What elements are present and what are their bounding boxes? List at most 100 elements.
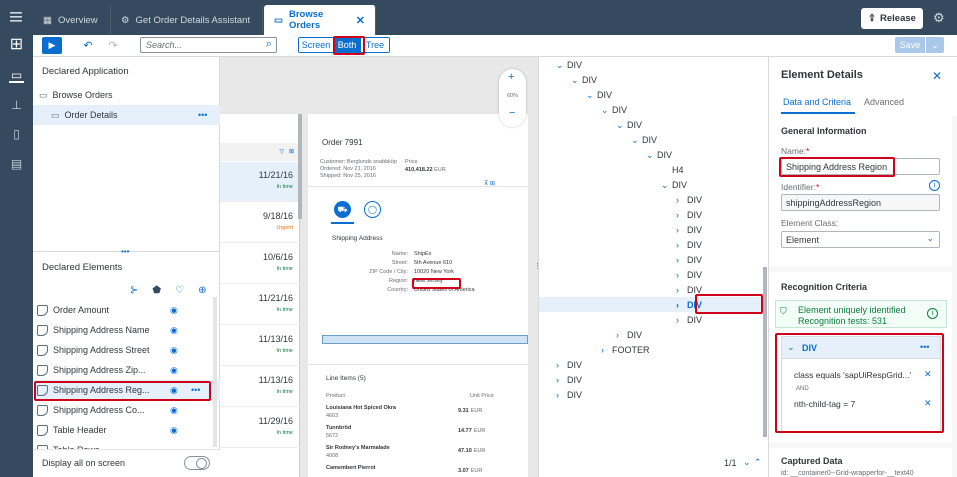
line-item-id: 4008 bbox=[326, 453, 339, 459]
undo-button[interactable]: ↶ bbox=[81, 38, 95, 53]
sitemap-icon[interactable]: ⊥ bbox=[9, 98, 24, 113]
tree-node[interactable]: › DIV bbox=[676, 240, 702, 250]
chevron-down-icon[interactable]: ⌄ bbox=[743, 457, 751, 468]
tree-item-order-details[interactable]: ▭ Order Details ••• bbox=[33, 105, 220, 125]
tab-get-order-details-assistant[interactable]: ⚙ Get Order Details Assistant bbox=[111, 5, 263, 35]
info-icon[interactable]: i bbox=[927, 308, 938, 319]
tree-node[interactable]: › DIV bbox=[556, 360, 582, 370]
monitor-icon[interactable]: ▭ bbox=[9, 68, 24, 83]
tree-node[interactable]: › DIV bbox=[676, 210, 702, 220]
tree-node[interactable]: › DIV bbox=[556, 375, 582, 385]
declared-element-row[interactable]: Shipping Address Zip... ◉ bbox=[33, 360, 220, 380]
tree-node[interactable]: › FOOTER bbox=[601, 345, 650, 355]
info-icon[interactable]: i bbox=[929, 180, 940, 191]
view-mode-screen[interactable]: Screen bbox=[299, 38, 333, 52]
gear-icon[interactable]: ⚙ bbox=[933, 10, 945, 26]
chevron-down-icon[interactable]: ⌄ bbox=[926, 37, 944, 53]
declared-element-row[interactable]: Shipping Address Reg... ◉ ••• bbox=[33, 380, 220, 400]
more-icon[interactable]: ••• bbox=[191, 385, 200, 395]
check-filter-icon[interactable]: ♡ bbox=[175, 285, 184, 296]
tree-item-browse-orders[interactable]: ▭ Browse Orders bbox=[33, 85, 220, 105]
identifier-field[interactable]: shippingAddressRegion bbox=[781, 194, 940, 211]
remove-criterion-icon[interactable]: ✕ bbox=[924, 398, 932, 409]
tree-node[interactable]: › DIV bbox=[556, 390, 582, 400]
declared-element-row[interactable]: Shipping Address Co... ◉ bbox=[33, 400, 220, 420]
redo-button[interactable]: ↷ bbox=[106, 38, 120, 53]
shipping-tab-icon[interactable]: ⛟ bbox=[334, 201, 351, 218]
tree-node[interactable]: ⌄ DIV bbox=[616, 120, 642, 131]
name-field[interactable]: Shipping Address Region bbox=[781, 158, 940, 175]
document-icon[interactable]: ▯ bbox=[9, 127, 24, 142]
eye-icon[interactable]: ◉ bbox=[170, 345, 178, 356]
tree-node[interactable]: ⌄ DIV bbox=[586, 90, 612, 101]
tab-data-and-criteria[interactable]: Data and Criteria bbox=[783, 97, 851, 107]
eye-icon[interactable]: ◉ bbox=[170, 385, 178, 396]
search-input[interactable]: Search... ⌕ bbox=[140, 37, 277, 53]
more-icon[interactable]: ••• bbox=[920, 342, 929, 352]
new-folder-icon[interactable]: ⊕ bbox=[198, 285, 206, 296]
zoom-in-button[interactable]: + bbox=[508, 71, 514, 83]
order-list-row[interactable]: 11/13/16 In time bbox=[220, 326, 300, 366]
order-list-row[interactable]: 11/21/16 In time bbox=[220, 285, 300, 325]
tree-node[interactable]: ⌄ DIV bbox=[631, 135, 657, 146]
customer-tab-icon[interactable]: ◯ bbox=[364, 201, 381, 218]
declared-element-row[interactable]: Order Amount ◉ bbox=[33, 300, 220, 320]
remove-criterion-icon[interactable]: ✕ bbox=[924, 369, 932, 380]
order-list-row[interactable]: 10/6/16 In time bbox=[220, 244, 300, 284]
release-button[interactable]: ⇪ Release bbox=[861, 8, 923, 29]
tree-node[interactable]: › DIV bbox=[676, 270, 702, 280]
tree-node[interactable]: H4 bbox=[661, 165, 684, 175]
add-icon[interactable]: ⊞ bbox=[9, 37, 24, 53]
tree-node[interactable]: ⌄ DIV bbox=[571, 75, 597, 86]
tree-node[interactable]: › DIV bbox=[676, 195, 702, 205]
tree-node[interactable]: › DIV bbox=[616, 330, 642, 340]
eye-icon[interactable]: ◉ bbox=[170, 325, 178, 336]
more-icon[interactable]: ••• bbox=[198, 110, 207, 120]
bookmark-icon[interactable]: ⬟ bbox=[152, 285, 161, 296]
play-button[interactable]: ▶ bbox=[42, 37, 62, 54]
tab-advanced[interactable]: Advanced bbox=[864, 97, 904, 107]
chevron-up-icon[interactable]: ⌃ bbox=[754, 457, 762, 468]
zoom-level: 60% bbox=[506, 93, 518, 99]
search-icon[interactable]: ⌕ bbox=[266, 38, 272, 51]
clipboard-icon[interactable]: ▤ bbox=[9, 157, 24, 172]
declared-element-row[interactable]: Shipping Address Name ◉ bbox=[33, 320, 220, 340]
zoom-out-button[interactable]: − bbox=[509, 107, 515, 119]
tree-scrollbar[interactable] bbox=[763, 267, 767, 437]
element-class-select[interactable]: Element ⌄ bbox=[781, 231, 940, 248]
tree-node[interactable]: › DIV bbox=[676, 225, 702, 235]
tree-node[interactable]: › DIV bbox=[676, 315, 702, 325]
tree-node[interactable]: ⌄ DIV bbox=[601, 105, 627, 116]
order-list-row[interactable]: 9/18/16 Urgent bbox=[220, 203, 300, 243]
close-icon[interactable]: ✕ bbox=[932, 69, 942, 83]
tree-node[interactable]: › DIV bbox=[676, 300, 702, 310]
view-mode-tree[interactable]: Tree bbox=[361, 38, 389, 52]
eye-icon[interactable]: ◉ bbox=[170, 405, 178, 416]
display-all-toggle[interactable] bbox=[184, 456, 210, 470]
eye-icon[interactable]: ◉ bbox=[170, 365, 178, 376]
order-list-row[interactable]: 11/29/16 In time bbox=[220, 408, 300, 448]
view-mode-both[interactable]: Both bbox=[333, 38, 361, 52]
tab-browse-orders[interactable]: ▭ Browse Orders ✕ bbox=[264, 5, 376, 35]
order-list-row[interactable]: 11/13/16 In time bbox=[220, 367, 300, 407]
tree-node[interactable]: ⌄ DIV bbox=[661, 180, 687, 191]
splitter-handle[interactable]: ••• bbox=[121, 247, 129, 256]
declared-element-row[interactable]: Table Header ◉ bbox=[33, 420, 220, 440]
tree-node[interactable]: ⌄ DIV bbox=[646, 150, 672, 161]
eye-icon[interactable]: ◉ bbox=[170, 425, 178, 436]
tab-overview[interactable]: ▦ Overview bbox=[33, 5, 111, 35]
tree-node[interactable]: ⌄ DIV bbox=[556, 60, 582, 71]
tree-node[interactable]: › DIV bbox=[676, 255, 702, 265]
order-list-row[interactable]: 11/21/16 In time bbox=[220, 162, 300, 202]
declared-element-row[interactable]: Shipping Address Street ◉ bbox=[33, 340, 220, 360]
chevron-down-icon: ⌄ bbox=[926, 233, 934, 243]
chevron-down-icon[interactable]: ⌄ bbox=[787, 342, 795, 353]
eye-icon[interactable]: ◉ bbox=[170, 305, 178, 316]
tree-node[interactable]: › DIV bbox=[676, 285, 702, 295]
preview-scrollbar[interactable] bbox=[298, 114, 302, 219]
close-icon[interactable]: ✕ bbox=[356, 14, 365, 27]
menu-icon[interactable] bbox=[10, 11, 22, 23]
save-button[interactable]: Save bbox=[895, 37, 925, 53]
hierarchy-icon[interactable]: ⊱ bbox=[130, 285, 138, 296]
scrollbar[interactable] bbox=[213, 297, 217, 447]
